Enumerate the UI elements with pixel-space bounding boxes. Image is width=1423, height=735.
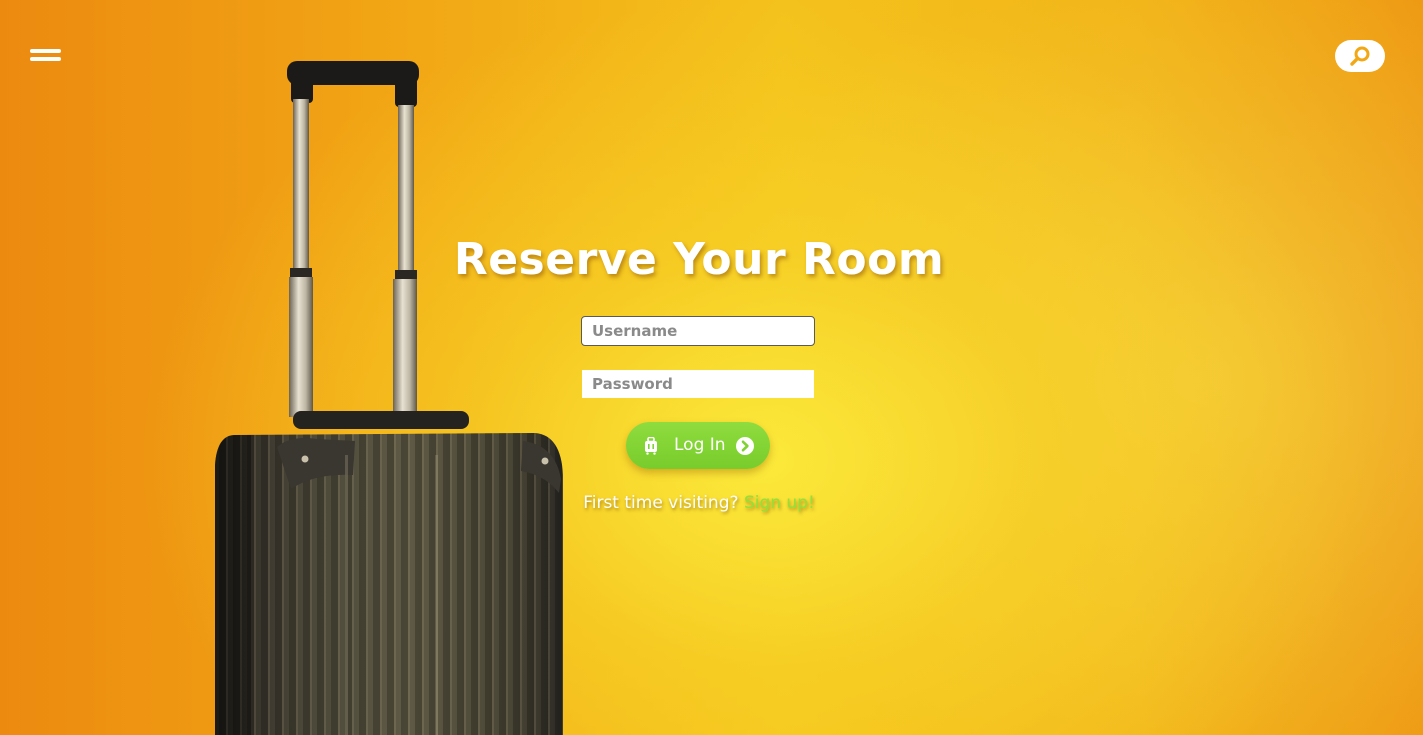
search-button[interactable] [1335,40,1385,72]
hamburger-icon[interactable] [30,47,62,65]
password-input[interactable] [582,370,814,398]
hamburger-line [30,49,61,53]
signup-link[interactable]: Sign up! [744,493,815,513]
signup-prompt: First time visiting? Sign up! [0,493,1398,513]
login-button-label: Log In [674,435,726,455]
search-icon [1350,46,1370,66]
login-button[interactable]: Log In [626,422,770,469]
chevron-circle-right-icon [736,437,754,455]
username-input[interactable] [581,316,815,346]
signup-prompt-text: First time visiting? [583,493,739,513]
page-title: Reserve Your Room [453,234,945,285]
hamburger-line [30,57,61,61]
luggage-icon [645,437,657,455]
suitcase-illustration [215,61,563,735]
login-page: Reserve Your Room Log In First time visi… [0,0,1423,735]
